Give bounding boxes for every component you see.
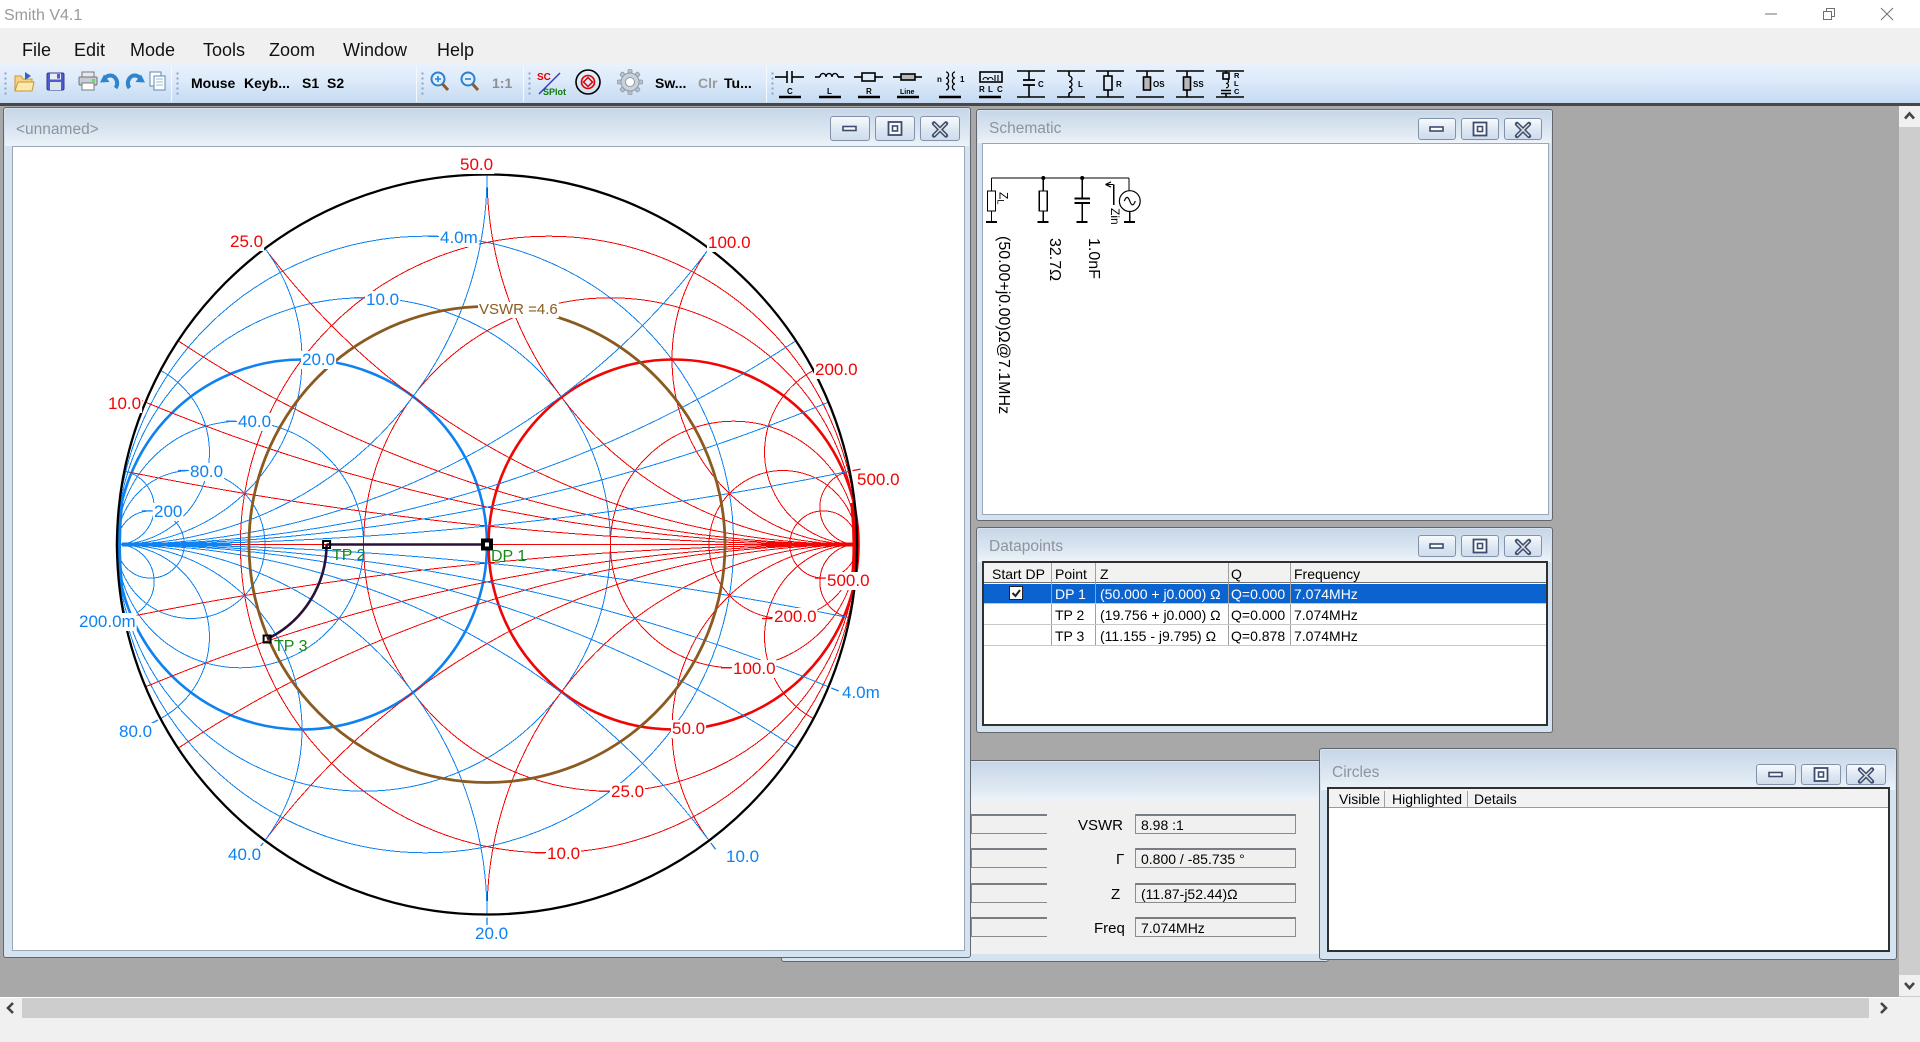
svg-text:R: R xyxy=(866,87,872,96)
svg-text:32.7Ω: 32.7Ω xyxy=(1046,238,1063,281)
svg-text:R: R xyxy=(979,85,985,94)
svg-text:ZL: ZL xyxy=(996,192,1011,204)
svg-text:10.0: 10.0 xyxy=(108,394,141,413)
svg-text:200.0: 200.0 xyxy=(774,607,817,626)
svg-text:25.0: 25.0 xyxy=(230,232,263,251)
svg-text:TP 3: TP 3 xyxy=(274,638,308,655)
svg-text:80.0: 80.0 xyxy=(190,462,223,481)
svg-text:DP 1: DP 1 xyxy=(491,548,526,565)
svg-text:TP 2: TP 2 xyxy=(332,547,366,564)
svg-text:4.0m: 4.0m xyxy=(440,228,478,247)
svg-text:500.0: 500.0 xyxy=(827,571,870,590)
svg-text:(50.00+j0.00)Ω@7.1MHz: (50.00+j0.00)Ω@7.1MHz xyxy=(995,236,1012,414)
svg-text:200.0m: 200.0m xyxy=(79,612,136,631)
svg-text:n: n xyxy=(937,75,942,84)
svg-text:C: C xyxy=(1234,87,1240,96)
svg-text:1: 1 xyxy=(960,75,965,84)
svg-text:L: L xyxy=(988,85,993,94)
svg-text:C: C xyxy=(1038,80,1044,89)
svg-text:R: R xyxy=(1116,80,1122,89)
svg-text:C: C xyxy=(997,85,1003,94)
svg-text:L: L xyxy=(827,87,832,96)
svg-text:Zin: Zin xyxy=(1108,208,1122,225)
svg-text:L: L xyxy=(1078,80,1083,89)
svg-text:OS: OS xyxy=(1153,80,1165,89)
svg-text:50.0: 50.0 xyxy=(672,719,705,738)
svg-text:40.0: 40.0 xyxy=(238,412,271,431)
svg-text:SS: SS xyxy=(1193,80,1204,89)
svg-text:200: 200 xyxy=(154,502,182,521)
svg-text:1.0nF: 1.0nF xyxy=(1085,238,1102,279)
svg-text:10.0: 10.0 xyxy=(366,290,399,309)
svg-text:100.0: 100.0 xyxy=(733,659,776,678)
svg-text:4.0m: 4.0m xyxy=(842,683,880,702)
svg-text:20.0: 20.0 xyxy=(302,350,335,369)
svg-text:Line: Line xyxy=(900,89,914,96)
svg-text:10.0: 10.0 xyxy=(726,847,759,866)
svg-text:SPlot: SPlot xyxy=(543,87,566,97)
svg-text:10.0: 10.0 xyxy=(547,844,580,863)
svg-text:25.0: 25.0 xyxy=(611,782,644,801)
svg-text:VSWR =4.6: VSWR =4.6 xyxy=(479,301,558,318)
svg-text:80.0: 80.0 xyxy=(119,722,152,741)
svg-text:50.0: 50.0 xyxy=(460,155,493,174)
svg-text:SC: SC xyxy=(537,72,551,83)
svg-text:20.0: 20.0 xyxy=(475,924,508,943)
svg-text:40.0: 40.0 xyxy=(228,845,261,864)
svg-text:C: C xyxy=(787,87,793,96)
svg-text:200.0: 200.0 xyxy=(815,360,858,379)
svg-text:100.0: 100.0 xyxy=(708,233,751,252)
svg-text:500.0: 500.0 xyxy=(857,470,900,489)
